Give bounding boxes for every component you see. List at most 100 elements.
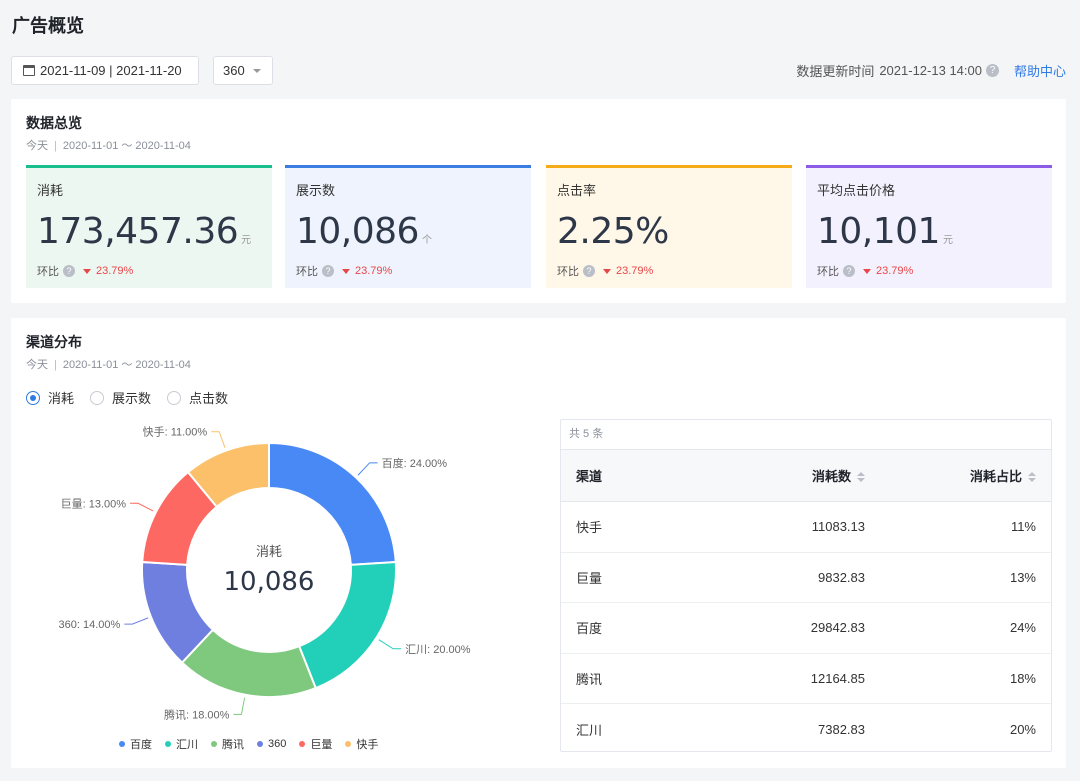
donut-slice-0[interactable] <box>268 441 397 566</box>
sort-icon[interactable] <box>1028 472 1036 483</box>
legend-item[interactable]: 腾讯 <box>211 736 244 752</box>
cell-channel: 汇川 <box>576 722 603 738</box>
date-range-picker[interactable]: 2021-11-09 | 2021-11-20 <box>11 56 199 85</box>
channel-data-table: 渠道 消耗数 消耗占比 快手 11083.13 11% 巨量 9832.83 13% 百度 2… <box>561 449 1051 754</box>
metric-compare: 环比? 23.79% <box>37 263 133 279</box>
cell-cost: 9832.83 <box>715 552 865 603</box>
cell-channel: 腾讯 <box>561 653 715 704</box>
legend-swatch <box>345 741 352 747</box>
compare-label: 环比 <box>557 266 579 278</box>
column-header-share[interactable]: 消耗占比 <box>865 449 1051 502</box>
channel-card: 渠道分布 今天 | 2020-11-01 ～ 2020-11-04 消耗 展示数 点击数… <box>11 318 1066 768</box>
question-icon[interactable]: ? <box>322 265 334 277</box>
column-header-channel: 渠道 <box>561 449 715 502</box>
compare-label: 环比 <box>37 266 59 278</box>
channel-select[interactable]: 360 <box>213 56 273 85</box>
metric-unit: 个 <box>421 235 432 246</box>
slice-label-line <box>124 617 149 625</box>
metric-value: 10,101 元 <box>817 211 953 252</box>
channel-donut-chart: 百度: 24.00% 汇川: 20.00% 腾讯: 18.00% 360: 14.00… <box>59 425 471 722</box>
metric-compare: 环比? 23.79% <box>817 263 913 279</box>
slice-label-line <box>130 502 154 512</box>
cell-cost: 12164.85 <box>715 653 865 704</box>
channel-table: 共 5 条 渠道 消耗数 消耗占比 快手 11083.13 11% 巨量 9832.83… <box>560 419 1052 752</box>
arrow-down-icon <box>603 268 611 274</box>
metric-card: 平均点击价格 10,101 元环比? 23.79% <box>806 165 1052 288</box>
metric-change: 23.79% <box>876 265 914 277</box>
arrow-down-icon <box>342 268 350 274</box>
legend-swatch <box>119 741 125 747</box>
legend-label: 巨量 <box>310 739 333 751</box>
legend-item[interactable]: 巨量 <box>299 736 332 752</box>
legend-item[interactable]: 快手 <box>345 736 378 752</box>
page-title: 广告概览 <box>12 16 84 36</box>
column-header-cost[interactable]: 消耗数 <box>715 449 865 502</box>
table-row: 百度 29842.83 24% <box>561 602 1051 654</box>
legend-swatch <box>211 741 217 747</box>
cell-share: 11% <box>865 501 1051 553</box>
slice-label-line <box>233 697 246 715</box>
metric-value: 10,086 个 <box>296 211 432 252</box>
legend-item[interactable]: 汇川 <box>165 736 198 752</box>
table-header-row: 渠道 消耗数 消耗占比 <box>561 449 1051 502</box>
cell-share: 18% <box>865 653 1051 704</box>
legend-swatch <box>165 741 171 747</box>
toolbar: 2021-11-09 | 2021-11-20 360 数据更新时间 2021-… <box>11 56 1066 85</box>
legend-label: 汇川 <box>176 739 198 751</box>
slice-label: 巨量: 13.00% <box>61 497 127 510</box>
question-icon[interactable]: ? <box>985 64 999 77</box>
slice-label: 百度: 24.00% <box>382 456 448 470</box>
divider: | <box>54 140 57 152</box>
sort-icon[interactable] <box>857 472 865 483</box>
table-row: 快手 11083.13 11% <box>561 501 1051 553</box>
slice-label: 360: 14.00% <box>59 619 121 631</box>
legend-label: 百度 <box>130 739 152 751</box>
question-icon[interactable]: ? <box>843 265 855 277</box>
legend-label: 腾讯 <box>222 739 244 751</box>
legend-item[interactable]: 百度 <box>119 736 152 752</box>
question-icon[interactable]: ? <box>63 265 75 277</box>
help-center-link[interactable]: 帮助中心 <box>1014 61 1066 80</box>
legend-label: 360 <box>268 738 287 750</box>
metric-unit: 元 <box>241 235 252 246</box>
overview-sub-today: 今天 <box>26 140 48 152</box>
chart-legend: 百度 汇川 腾讯 360 巨量 快手 <box>119 736 391 752</box>
legend-swatch <box>257 741 263 747</box>
legend-item[interactable]: 360 <box>257 736 286 752</box>
metric-compare: 环比? 23.79% <box>296 263 392 279</box>
question-icon[interactable]: ? <box>583 265 595 277</box>
caret-down-icon <box>253 69 261 73</box>
cell-channel: 巨量 <box>561 552 715 603</box>
cell-share: 13% <box>865 552 1051 603</box>
metric-card: 点击率 2.25% 环比? 23.79% <box>546 165 792 288</box>
metric-change: 23.79% <box>96 265 134 277</box>
cell-channel: 百度 <box>561 602 715 654</box>
compare-label: 环比 <box>296 266 318 278</box>
table-row: 巨量 9832.83 13% <box>561 552 1051 603</box>
donut-center-label: 消耗 <box>256 544 282 559</box>
overview-title: 数据总览 <box>26 115 82 131</box>
metric-value: 2.25% <box>557 211 669 252</box>
calendar-icon <box>23 65 35 76</box>
slice-label-line <box>357 462 378 476</box>
donut-center-value: 10,086 <box>224 567 315 597</box>
metric-label: 展示数 <box>296 183 336 198</box>
overview-subtitle: 今天 | 2020-11-01 ～ 2020-11-04 <box>26 137 191 153</box>
date-range-text: 2021-11-09 | 2021-11-20 <box>40 63 182 78</box>
cell-cost: 11083.13 <box>715 501 865 553</box>
cell-share: 24% <box>865 602 1051 654</box>
update-label: 数据更新时间 <box>796 64 875 79</box>
update-info: 数据更新时间 2021-12-13 14:00 ? 帮助中心 <box>796 56 1066 85</box>
metric-label: 点击率 <box>557 183 597 198</box>
metric-change: 23.79% <box>355 265 393 277</box>
cell-cost: 7382.83 <box>818 721 865 737</box>
legend-swatch <box>299 741 306 747</box>
metric-unit: 元 <box>942 235 953 246</box>
metric-label: 平均点击价格 <box>817 183 896 198</box>
slice-label-line <box>211 431 226 448</box>
legend-label: 快手 <box>356 739 379 751</box>
metric-label: 消耗 <box>37 183 64 198</box>
cell-share: 20% <box>1009 721 1036 737</box>
slice-label: 快手: 11.00% <box>143 425 208 439</box>
slice-label: 汇川: 20.00% <box>405 643 471 656</box>
